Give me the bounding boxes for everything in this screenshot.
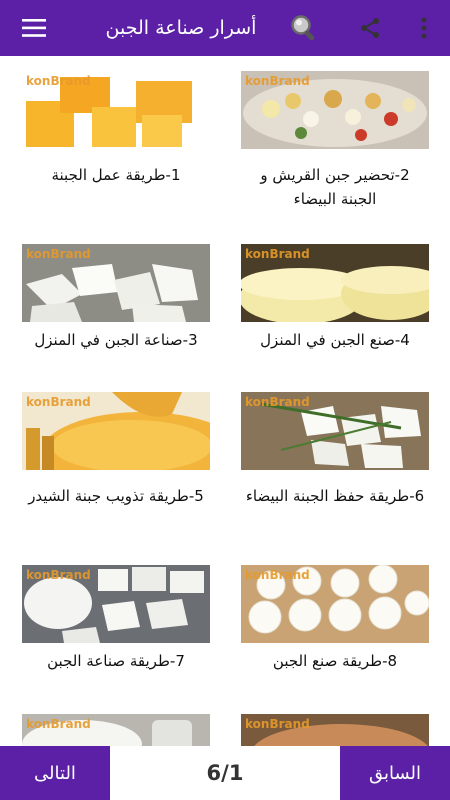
watermark-text: konBrand [245, 395, 310, 409]
recipe-thumbnail: konBrand [22, 714, 210, 746]
hamburger-menu-button[interactable] [14, 8, 54, 48]
search-icon [291, 15, 315, 41]
recipe-title: 7-طريقة صناعة الجبن [47, 652, 185, 670]
watermark-text: konBrand [245, 74, 310, 88]
recipe-card[interactable]: konBrand [22, 714, 210, 746]
recipe-card[interactable]: konBrand 5-طريقة تذويب جبنة الشيدر [22, 392, 210, 542]
recipe-grid: konBrand 2-تحضير جبن القريش و الجبنة الب… [0, 56, 450, 746]
recipe-thumbnail: konBrand [241, 71, 429, 149]
watermark-text: konBrand [26, 717, 91, 731]
recipe-thumbnail: konBrand [22, 71, 210, 149]
recipe-thumbnail: konBrand [241, 565, 429, 643]
next-button[interactable]: التالى [0, 746, 110, 800]
hamburger-icon [22, 19, 46, 37]
recipe-title: 4-صنع الجبن في المنزل [260, 331, 410, 349]
recipe-thumbnail: konBrand [22, 392, 210, 470]
recipe-title: 1-طريقة عمل الجبنة [51, 166, 181, 184]
share-icon [361, 18, 379, 38]
more-vert-icon [421, 17, 427, 39]
recipe-title: 5-طريقة تذويب جبنة الشيدر [28, 487, 204, 505]
app-title: أسرار صناعة الجبن [105, 17, 257, 39]
watermark-text: konBrand [26, 74, 91, 88]
recipe-title: 3-صناعة الجبن في المنزل [34, 331, 198, 349]
search-button[interactable] [284, 8, 324, 48]
watermark-text: konBrand [26, 568, 91, 582]
previous-button[interactable]: السابق [340, 746, 450, 800]
recipe-card[interactable]: konBrand 8-طريقة صنع الجبن [241, 565, 429, 695]
recipe-card[interactable]: konBrand 7-طريقة صناعة الجبن [22, 565, 210, 695]
watermark-text: konBrand [26, 395, 91, 409]
watermark-text: konBrand [26, 247, 91, 261]
recipe-title: 2-تحضير جبن القريش و الجبنة البيضاء [260, 166, 410, 208]
pagination-bar: التالى 6/1 السابق [0, 746, 450, 800]
recipe-title: 8-طريقة صنع الجبن [272, 652, 398, 670]
recipe-thumbnail: konBrand [241, 244, 429, 322]
recipe-title: 6-طريقة حفظ الجبنة البيضاء [245, 487, 425, 505]
overflow-menu-button[interactable] [414, 8, 434, 48]
recipe-card[interactable]: konBrand 1-طريقة عمل الجبنة [22, 71, 210, 221]
watermark-text: konBrand [245, 247, 310, 261]
recipe-thumbnail: konBrand [241, 392, 429, 470]
watermark-text: konBrand [245, 568, 310, 582]
recipe-card[interactable]: konBrand 6-طريقة حفظ الجبنة البيضاء [241, 392, 429, 542]
recipe-card[interactable]: konBrand 3-صناعة الجبن في المنزل [22, 244, 210, 374]
recipe-thumbnail: konBrand [22, 244, 210, 322]
recipe-thumbnail: konBrand [22, 565, 210, 643]
recipe-card[interactable]: konBrand 2-تحضير جبن القريش و الجبنة الب… [241, 71, 429, 221]
app-bar: أسرار صناعة الجبن [0, 0, 450, 56]
watermark-text: konBrand [245, 717, 310, 731]
recipe-thumbnail: konBrand [241, 714, 429, 746]
recipe-card[interactable]: konBrand 4-صنع الجبن في المنزل [241, 244, 429, 374]
share-button[interactable] [350, 8, 390, 48]
recipe-card[interactable]: konBrand [241, 714, 429, 746]
page-indicator: 6/1 [206, 761, 244, 785]
